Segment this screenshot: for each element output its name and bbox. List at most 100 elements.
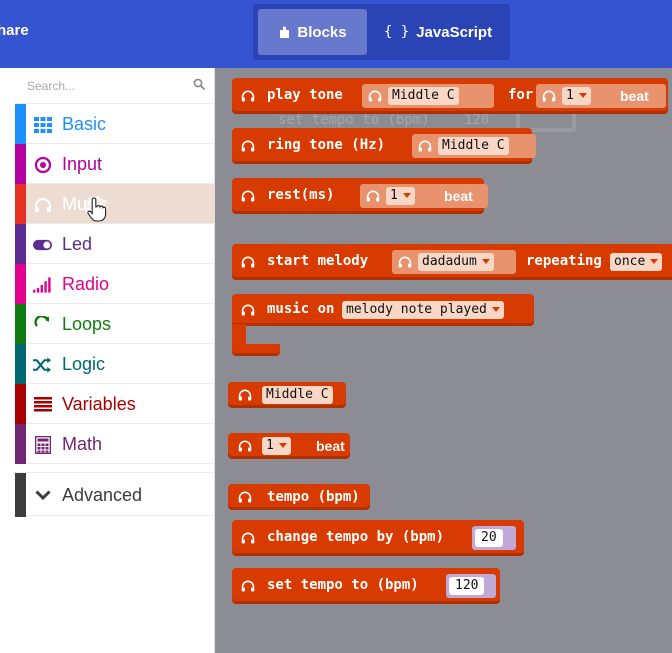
number-value[interactable]: 120: [449, 577, 485, 595]
beat-label: beat: [316, 438, 345, 454]
category-label: Math: [62, 434, 103, 454]
number-slot[interactable]: 20: [472, 526, 516, 550]
search-icon[interactable]: [193, 78, 205, 90]
melody-slot[interactable]: dadadum: [392, 250, 516, 274]
headphones-icon: [238, 440, 252, 452]
block-label: ring tone (Hz): [267, 137, 386, 153]
tempo-reporter-block[interactable]: tempo (bpm): [228, 484, 370, 510]
category-label: Basic: [62, 114, 107, 134]
beat-label: beat: [444, 188, 473, 204]
repeat-value: once: [614, 254, 646, 269]
ghost-tempo-value: 120: [464, 112, 490, 128]
category-color-stripe: [15, 104, 26, 144]
beat-dropdown[interactable]: 1: [562, 87, 591, 105]
dropdown-arrow-icon: [491, 307, 500, 312]
category-label: Logic: [62, 354, 106, 374]
category-label: Advanced: [62, 485, 143, 505]
refresh-icon: [33, 315, 52, 334]
for-label: for: [508, 87, 534, 103]
editor-toggle: Blocks { } JavaScript: [253, 4, 510, 60]
change-tempo-block[interactable]: change tempo by (bpm) 20: [232, 520, 524, 556]
search-input[interactable]: [27, 76, 177, 96]
note-value[interactable]: Middle C: [262, 386, 333, 404]
hand-cursor-icon: [84, 196, 107, 222]
category-color-stripe: [15, 184, 26, 224]
list-icon: [33, 395, 52, 414]
beat-slot[interactable]: 1 beat: [536, 84, 666, 108]
number-value[interactable]: 20: [475, 529, 503, 547]
note-slot[interactable]: Middle C: [362, 84, 494, 108]
dropdown-arrow-icon: [278, 443, 287, 448]
play-tone-block[interactable]: play tone Middle C for 1 beat: [232, 78, 668, 114]
beat-dropdown[interactable]: 1: [262, 437, 291, 455]
ring-tone-block[interactable]: ring tone (Hz) Middle C: [232, 128, 536, 164]
set-tempo-block[interactable]: set tempo to (bpm) 120: [232, 568, 500, 604]
category-radio[interactable]: Radio: [15, 264, 215, 304]
headphones-icon: [368, 90, 382, 102]
category-logic[interactable]: Logic: [15, 344, 215, 384]
beat-slot[interactable]: 1 beat: [360, 184, 488, 208]
category-label: Led: [62, 234, 93, 254]
music-on-block[interactable]: music on melody note played: [232, 294, 534, 326]
dropdown-arrow-icon: [650, 259, 659, 264]
shuffle-icon: [33, 355, 52, 374]
music-on-block-bottom: [232, 344, 280, 356]
beat-label: beat: [620, 88, 649, 104]
category-color-stripe: [15, 344, 26, 384]
category-input[interactable]: Input: [15, 144, 215, 184]
headphones-icon: [33, 195, 52, 214]
share-button-label[interactable]: hare: [0, 22, 29, 39]
note-value[interactable]: Middle C: [438, 137, 509, 155]
headphones-icon: [241, 190, 255, 202]
category-math[interactable]: Math: [15, 424, 215, 464]
beat-reporter-block[interactable]: 1 beat: [228, 433, 350, 459]
calculator-icon: [33, 435, 52, 454]
headphones-icon: [241, 140, 255, 152]
dropdown-arrow-icon: [578, 93, 587, 98]
headphones-icon: [542, 90, 556, 102]
event-value: melody note played: [346, 302, 487, 317]
dropdown-arrow-icon: [481, 259, 490, 264]
start-melody-block[interactable]: start melody dadadum repeating once: [232, 244, 672, 280]
category-color-stripe: [15, 224, 26, 264]
block-label: play tone: [267, 87, 343, 103]
melody-dropdown[interactable]: dadadum: [418, 253, 494, 271]
note-slot[interactable]: Middle C: [412, 134, 536, 158]
headphones-icon: [241, 580, 255, 592]
braces-icon: { }: [383, 24, 410, 40]
category-music[interactable]: Music: [15, 184, 215, 224]
headphones-icon: [366, 190, 380, 202]
repeat-dropdown[interactable]: once: [610, 253, 663, 271]
headphones-icon: [238, 491, 252, 503]
signal-bars-icon: [33, 275, 52, 294]
note-reporter-block[interactable]: Middle C: [228, 382, 346, 408]
toggle-icon: [33, 235, 52, 254]
number-slot[interactable]: 120: [446, 574, 496, 598]
top-bar: hare Blocks { } JavaScript: [0, 0, 672, 68]
blocks-button[interactable]: Blocks: [258, 9, 367, 55]
category-label: Variables: [62, 394, 136, 414]
block-label: music on: [267, 301, 335, 317]
category-led[interactable]: Led: [15, 224, 215, 264]
beat-value: 1: [566, 88, 574, 103]
blocks-workspace[interactable]: set tempo to (bpm) 120 play tone Middle …: [216, 68, 672, 653]
category-color-stripe: [15, 473, 26, 517]
category-color-stripe: [15, 424, 26, 464]
puzzle-icon: [280, 26, 290, 38]
category-loops[interactable]: Loops: [15, 304, 215, 344]
dropdown-arrow-icon: [402, 193, 411, 198]
category-variables[interactable]: Variables: [15, 384, 215, 424]
category-basic[interactable]: Basic: [15, 104, 215, 144]
note-value[interactable]: Middle C: [388, 87, 459, 105]
block-label: set tempo to (bpm): [267, 577, 419, 593]
beat-value: 1: [390, 188, 398, 203]
category-advanced[interactable]: Advanced: [15, 472, 215, 517]
rest-block[interactable]: rest(ms) 1 beat: [232, 178, 488, 214]
toolbox: Basic Input Music Led Radio: [0, 68, 215, 653]
category-label: Radio: [62, 274, 110, 294]
event-dropdown[interactable]: melody note played: [342, 301, 504, 319]
grid-icon: [33, 115, 52, 134]
beat-dropdown[interactable]: 1: [386, 187, 415, 205]
chevron-down-icon: [33, 486, 52, 505]
javascript-button[interactable]: { } JavaScript: [371, 9, 505, 55]
